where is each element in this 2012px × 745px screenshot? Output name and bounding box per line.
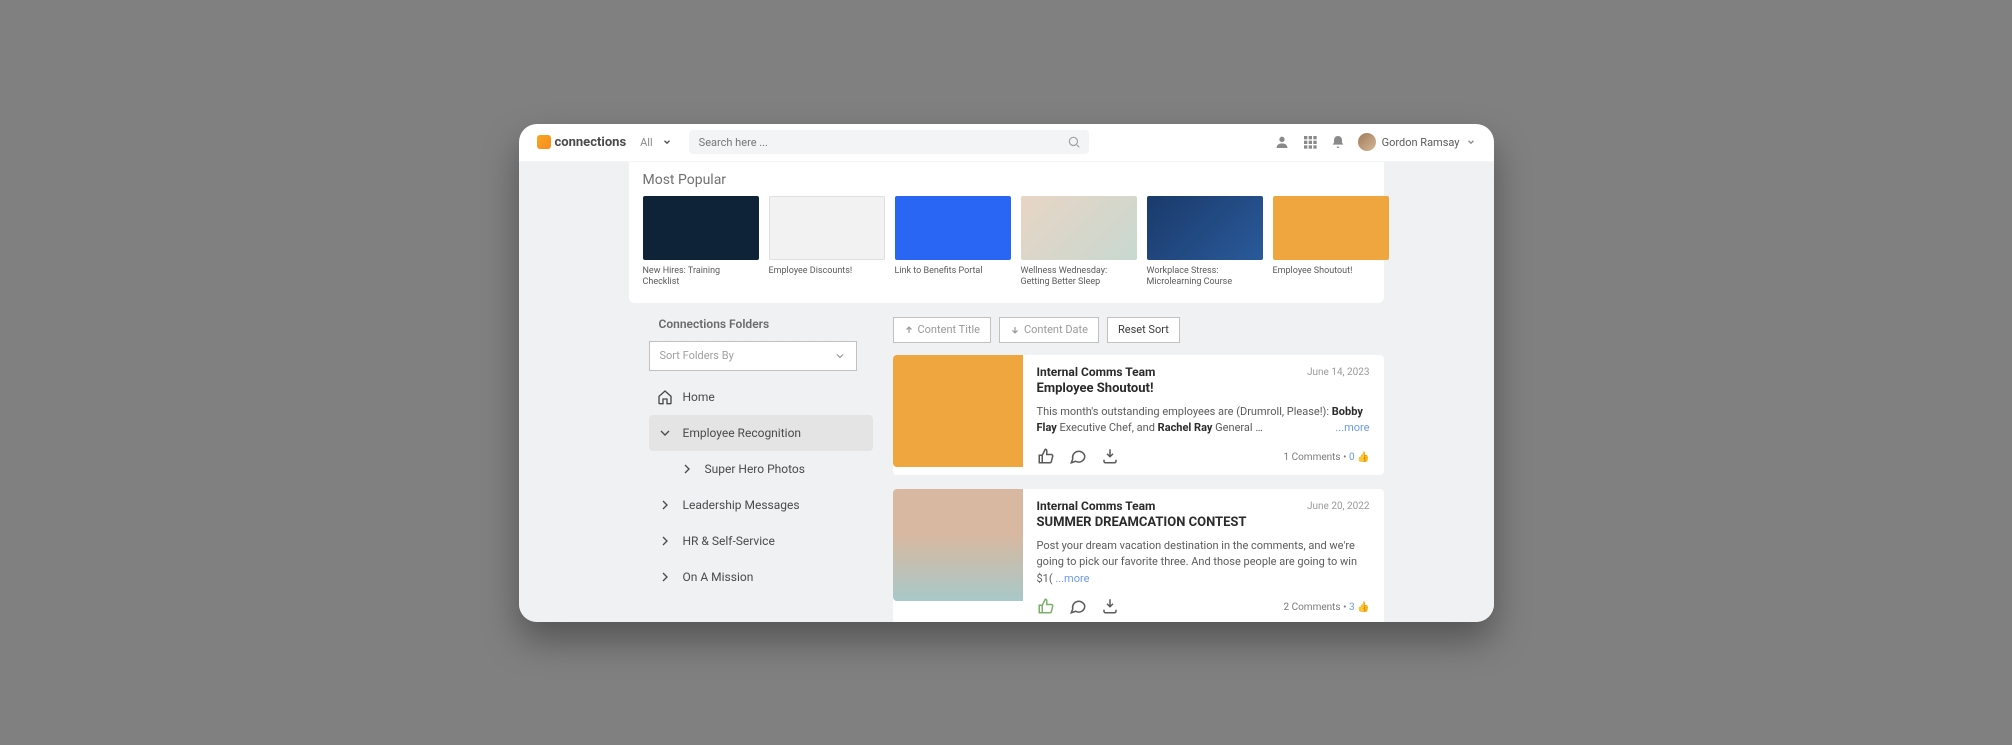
chevron-right-icon <box>657 569 673 585</box>
popular-card[interactable]: Employee Shoutout! <box>1273 196 1389 289</box>
popular-label: New Hires: Training Checklist <box>643 266 759 289</box>
popular-thumb <box>1273 196 1389 260</box>
sort-folders-select[interactable]: Sort Folders By <box>649 341 857 371</box>
popular-card[interactable]: New Hires: Training Checklist <box>643 196 759 289</box>
logo-icon <box>537 135 551 149</box>
logo-text: connections <box>555 135 627 150</box>
main: Content Title Content Date Reset Sort In… <box>893 317 1384 622</box>
chevron-down-icon <box>659 137 675 147</box>
home-icon <box>657 389 673 405</box>
sidebar-item-hr[interactable]: HR & Self-Service <box>649 523 873 559</box>
popular-label: Link to Benefits Portal <box>895 266 1011 278</box>
post-title: Employee Shoutout! <box>1037 381 1370 396</box>
comment-icon[interactable] <box>1069 597 1087 615</box>
sidebar: Connections Folders Sort Folders By Home… <box>649 317 873 622</box>
download-icon[interactable] <box>1101 597 1119 615</box>
user-icon[interactable] <box>1274 134 1290 150</box>
sort-bar: Content Title Content Date Reset Sort <box>893 317 1384 343</box>
sidebar-item-super-hero[interactable]: Super Hero Photos <box>649 451 873 487</box>
sidebar-item-home[interactable]: Home <box>649 379 873 415</box>
chevron-down-icon <box>657 425 673 441</box>
comment-icon[interactable] <box>1069 447 1087 465</box>
popular-card[interactable]: Employee Discounts! <box>769 196 885 289</box>
popular-thumb <box>895 196 1011 260</box>
post-date: June 20, 2022 <box>1307 501 1370 512</box>
popular-thumb <box>1147 196 1263 260</box>
post-thumbnail <box>893 355 1023 467</box>
thumbs-up-icon[interactable] <box>1037 597 1055 615</box>
sort-btn-label: Content Date <box>1024 323 1088 336</box>
header: connections All Gordon Ramsay <box>519 124 1494 162</box>
popular-title: Most Popular <box>643 172 1370 188</box>
arrow-up-icon <box>904 325 914 335</box>
post-thumbnail <box>893 489 1023 601</box>
post-title: SUMMER DREAMCATION CONTEST <box>1037 515 1370 530</box>
popular-row: New Hires: Training Checklist Employee D… <box>643 196 1370 289</box>
popular-card[interactable]: Wellness Wednesday: Getting Better Sleep <box>1021 196 1137 289</box>
popular-label: Wellness Wednesday: Getting Better Sleep <box>1021 266 1137 289</box>
popular-thumb <box>769 196 885 260</box>
search-input[interactable] <box>689 130 1089 154</box>
popular-section: Most Popular New Hires: Training Checkli… <box>629 162 1384 303</box>
post-meta: 1 Comments • 0 👍 <box>1283 452 1369 463</box>
popular-label: Workplace Stress: Microlearning Course <box>1147 266 1263 289</box>
chevron-right-icon <box>657 533 673 549</box>
post-text: Post your dream vacation destination in … <box>1037 538 1370 588</box>
sidebar-title: Connections Folders <box>659 317 873 331</box>
sidebar-item-employee-recognition[interactable]: Employee Recognition <box>649 415 873 451</box>
sidebar-item-mission[interactable]: On A Mission <box>649 559 873 595</box>
sidebar-item-label: HR & Self-Service <box>683 534 775 548</box>
chevron-down-icon <box>834 350 846 362</box>
popular-thumb <box>643 196 759 260</box>
sidebar-item-label: Employee Recognition <box>683 426 802 440</box>
sort-btn-label: Reset Sort <box>1118 323 1169 336</box>
chevron-right-icon <box>657 497 673 513</box>
logo[interactable]: connections <box>537 135 627 150</box>
post-card[interactable]: Internal Comms Team June 14, 2023 Employ… <box>893 355 1384 475</box>
bell-icon[interactable] <box>1330 134 1346 150</box>
sort-placeholder: Sort Folders By <box>660 349 734 362</box>
body-row: Connections Folders Sort Folders By Home… <box>649 317 1384 622</box>
sort-btn-label: Content Title <box>918 323 980 336</box>
user-menu[interactable]: Gordon Ramsay <box>1358 133 1476 151</box>
arrow-down-icon <box>1010 325 1020 335</box>
chevron-right-icon <box>679 461 695 477</box>
chevron-down-icon <box>1466 137 1476 147</box>
content-area: Most Popular New Hires: Training Checkli… <box>519 162 1494 622</box>
sort-title-button[interactable]: Content Title <box>893 317 991 343</box>
user-name: Gordon Ramsay <box>1382 136 1460 149</box>
sidebar-item-label: Leadership Messages <box>683 498 800 512</box>
sidebar-item-label: On A Mission <box>683 570 754 584</box>
reset-sort-button[interactable]: Reset Sort <box>1107 317 1180 343</box>
popular-card[interactable]: Link to Benefits Portal <box>895 196 1011 289</box>
post-date: June 14, 2023 <box>1307 367 1370 378</box>
app-window: connections All Gordon Ramsay Most Popul… <box>519 124 1494 622</box>
header-actions: Gordon Ramsay <box>1274 133 1476 151</box>
apps-grid-icon[interactable] <box>1302 134 1318 150</box>
search-field[interactable] <box>689 130 1089 154</box>
avatar <box>1358 133 1376 151</box>
sidebar-item-label: Super Hero Photos <box>705 462 805 476</box>
post-meta: 2 Comments • 3 👍 <box>1283 602 1369 613</box>
more-link[interactable]: ...more <box>1335 420 1369 437</box>
popular-card[interactable]: Workplace Stress: Microlearning Course <box>1147 196 1263 289</box>
sort-date-button[interactable]: Content Date <box>999 317 1099 343</box>
filter-label: All <box>640 136 653 149</box>
sidebar-item-label: Home <box>683 390 715 404</box>
post-body: Internal Comms Team June 14, 2023 Employ… <box>1023 355 1384 475</box>
popular-label: Employee Shoutout! <box>1273 266 1389 278</box>
download-icon[interactable] <box>1101 447 1119 465</box>
sidebar-item-leadership[interactable]: Leadership Messages <box>649 487 873 523</box>
post-body: Internal Comms Team June 20, 2022 SUMMER… <box>1023 489 1384 622</box>
popular-label: Employee Discounts! <box>769 266 885 278</box>
thumbs-up-icon[interactable] <box>1037 447 1055 465</box>
filter-all-dropdown[interactable]: All <box>640 136 675 149</box>
search-icon <box>1067 135 1081 149</box>
post-card[interactable]: Internal Comms Team June 20, 2022 SUMMER… <box>893 489 1384 622</box>
more-link[interactable]: ...more <box>1055 572 1089 585</box>
post-text: This month's outstanding employees are (… <box>1037 404 1370 437</box>
popular-thumb <box>1021 196 1137 260</box>
